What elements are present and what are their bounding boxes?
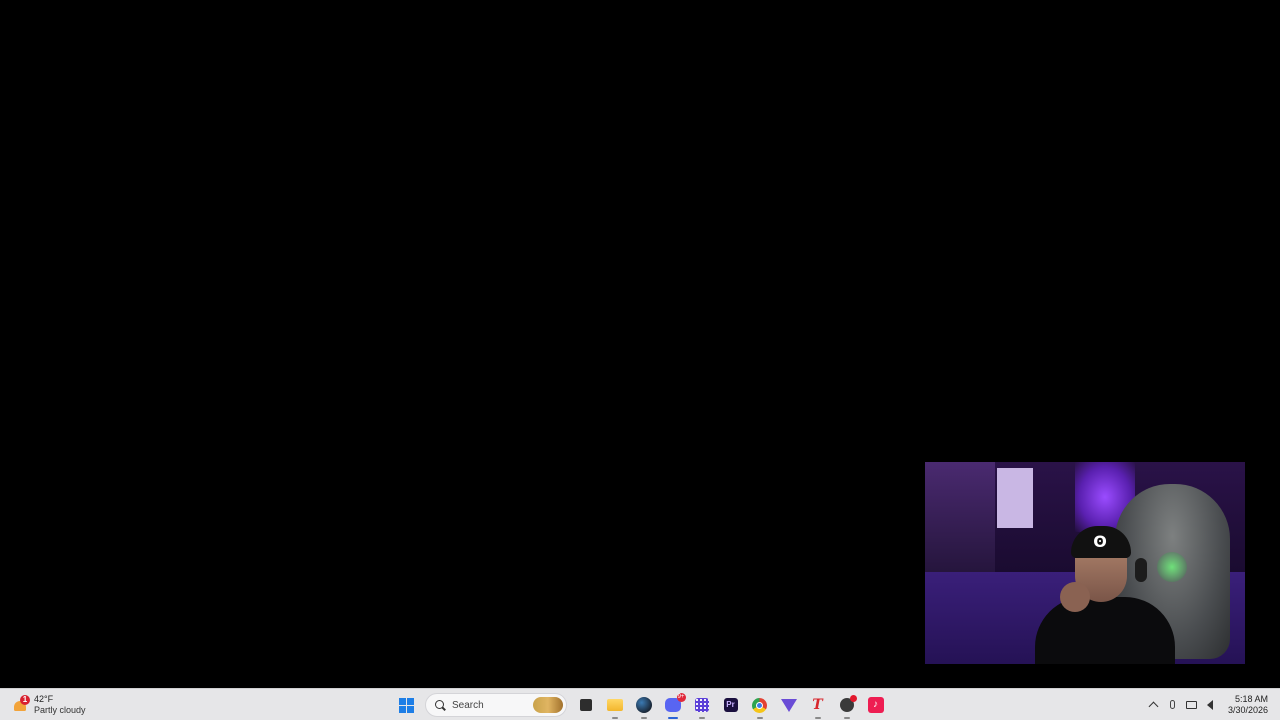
search-highlight-image [533,697,563,713]
t-app-button[interactable]: T [804,691,832,719]
webcam-room-wall [925,462,995,582]
task-view-icon [579,699,592,711]
chrome-button[interactable] [746,691,774,719]
running-indicator [698,717,705,719]
weather-condition: Partly cloudy [34,705,86,715]
running-indicator [756,717,763,719]
obs-button[interactable] [833,691,861,719]
recording-indicator [849,695,857,702]
tiktok-button[interactable]: ♪ [862,691,890,719]
desktop-background: ʘ [0,0,1280,688]
discord-notification-badge: 9+ [676,693,686,702]
active-indicator [667,717,678,719]
file-explorer-button[interactable] [601,691,629,719]
calculator-button[interactable] [688,691,716,719]
taskbar-search-box[interactable]: Search [425,693,567,717]
clock[interactable]: 5:18 AM 3/30/2026 [1228,694,1268,716]
discord-icon: 9+ [664,693,686,712]
microphone-button[interactable] [1163,696,1181,714]
speaker-icon [1207,699,1214,710]
start-button[interactable] [393,691,421,719]
weather-temperature: 42°F [34,694,54,704]
premiere-pro-button[interactable]: Pr [717,691,745,719]
search-placeholder: Search [452,699,484,711]
show-hidden-icons-button[interactable] [1144,696,1162,714]
webcam-headphones [1135,558,1147,582]
steam-icon [635,697,652,713]
obs-icon [839,695,857,712]
task-view-button[interactable] [572,691,600,719]
running-indicator [843,717,850,719]
vpn-button[interactable] [775,691,803,719]
display-button[interactable] [1182,696,1200,714]
folder-icon [606,699,623,711]
calculator-icon [694,698,709,712]
clock-time: 5:18 AM [1234,693,1268,704]
webcam-beanie-logo: ʘ [1093,532,1107,551]
display-icon [1185,700,1197,709]
webcam-doorway [997,468,1033,528]
chrome-icon [752,697,767,713]
search-icon [435,700,445,710]
system-tray: 5:18 AM 3/30/2026 [1144,689,1280,720]
webcam-chair-light [1157,552,1187,582]
tiktok-icon: ♪ [867,697,884,713]
webcam-hand [1060,582,1090,612]
taskbar-apps: Search 9+ Pr T ♪ [392,691,890,719]
taskbar: 1 42°F Partly cloudy Search 9+ Pr T ♪ 5:… [0,688,1280,720]
premiere-icon: Pr [723,698,738,712]
steam-button[interactable] [630,691,658,719]
discord-button[interactable]: 9+ [659,691,687,719]
partly-cloudy-icon: 1 [12,695,30,714]
vpn-icon [780,698,797,712]
t-icon: T [812,697,823,713]
clock-date: 3/30/2026 [1227,704,1268,715]
weather-alert-badge: 1 [20,695,30,705]
weather-widget[interactable]: 1 42°F Partly cloudy [12,691,86,719]
running-indicator [640,717,647,719]
volume-button[interactable] [1201,696,1219,714]
webcam-person-body [1035,597,1175,664]
webcam-overlay: ʘ [925,462,1245,664]
running-indicator [611,717,618,719]
running-indicator [814,717,821,719]
microphone-icon [1169,700,1175,709]
chevron-up-icon [1148,701,1159,711]
windows-logo-icon [399,697,414,713]
